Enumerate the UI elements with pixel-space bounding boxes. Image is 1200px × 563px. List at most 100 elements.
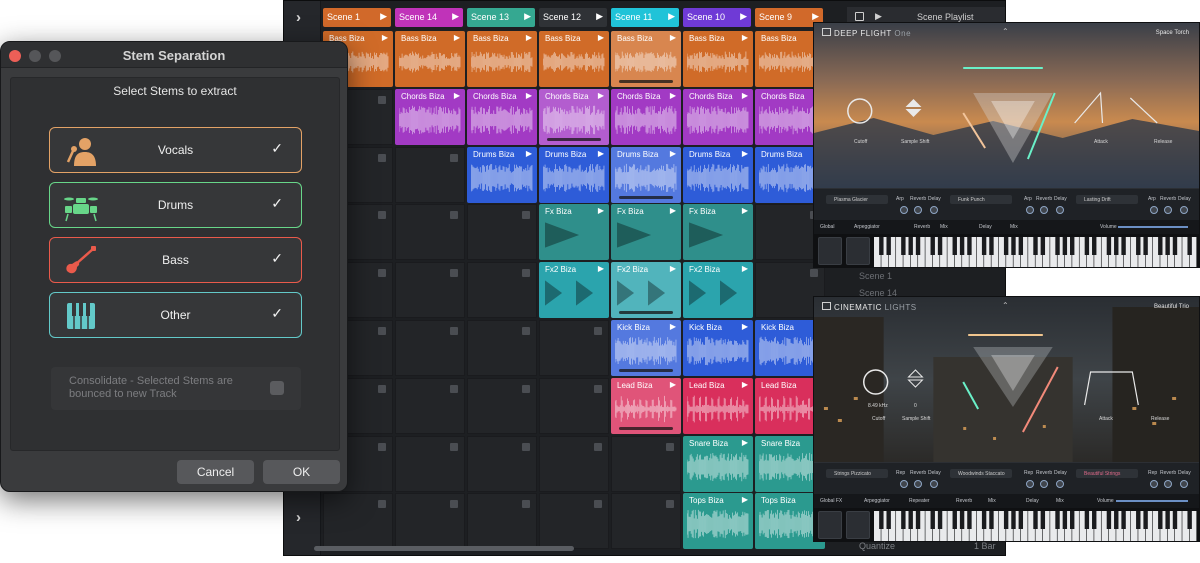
piano-keyboard[interactable]: [874, 511, 1197, 541]
black-key[interactable]: [959, 237, 965, 255]
black-key[interactable]: [901, 511, 906, 529]
slot-stop-icon[interactable]: [450, 442, 458, 451]
black-key[interactable]: [1187, 237, 1192, 255]
black-key[interactable]: [1062, 511, 1068, 529]
clip[interactable]: Chords Biza ▶: [539, 88, 609, 145]
slot-stop-icon[interactable]: [450, 269, 458, 278]
black-key[interactable]: [1084, 511, 1090, 529]
empty-slot[interactable]: [611, 493, 681, 550]
reverb-knob[interactable]: [1040, 206, 1048, 214]
black-key[interactable]: [952, 511, 957, 529]
arp-knob[interactable]: [900, 206, 908, 214]
clip[interactable]: Bass Biza ▶: [683, 31, 753, 87]
clip-play-icon[interactable]: ▶: [670, 264, 676, 273]
clip[interactable]: Chords Biza ▶: [611, 88, 681, 145]
black-key[interactable]: [1172, 511, 1178, 529]
black-key[interactable]: [967, 511, 972, 529]
horizontal-scrollbar[interactable]: [314, 546, 574, 551]
sound-slot-select[interactable]: Plasma Glacier: [826, 195, 888, 204]
clip[interactable]: Bass Biza ▶: [539, 31, 609, 87]
slot-stop-icon[interactable]: [594, 327, 602, 335]
empty-slot[interactable]: [467, 204, 537, 261]
clip-play-icon[interactable]: ▶: [742, 33, 748, 42]
clip[interactable]: Kick Biza ▶: [683, 320, 753, 376]
clip-play-icon[interactable]: ▶: [526, 33, 532, 42]
scene-header[interactable]: Scene 12 ▶: [539, 8, 607, 27]
black-key[interactable]: [908, 511, 913, 529]
black-key[interactable]: [915, 237, 921, 255]
clip[interactable]: Fx2 Biza ▶: [683, 262, 753, 319]
empty-slot[interactable]: [467, 262, 537, 319]
black-key[interactable]: [1121, 237, 1126, 255]
reverb-knob[interactable]: [914, 206, 922, 214]
black-key[interactable]: [1055, 237, 1060, 255]
scene-play-icon[interactable]: ▶: [812, 11, 819, 22]
black-key[interactable]: [1165, 237, 1170, 255]
volume-slider[interactable]: [1118, 226, 1188, 228]
clip-play-icon[interactable]: ▶: [742, 322, 748, 331]
clip[interactable]: Bass Biza ▶: [395, 31, 465, 87]
black-key[interactable]: [1011, 237, 1016, 255]
sound-slot-select[interactable]: Lasting Drift: [1076, 195, 1138, 204]
slot-stop-icon[interactable]: [378, 384, 386, 393]
volume-slider[interactable]: [1116, 500, 1188, 502]
black-key[interactable]: [1158, 511, 1163, 529]
mod-wheel[interactable]: [846, 511, 870, 539]
ok-button[interactable]: OK: [263, 460, 340, 484]
black-key[interactable]: [1033, 237, 1038, 255]
clip-play-icon[interactable]: ▶: [598, 264, 604, 273]
clip[interactable]: Snare Biza ▶: [683, 435, 753, 492]
clip-play-icon[interactable]: ▶: [526, 91, 532, 100]
empty-slot[interactable]: [395, 204, 465, 261]
sound-slot-select[interactable]: Woodwinds Staccato: [950, 469, 1012, 478]
black-key[interactable]: [1003, 511, 1009, 529]
clip[interactable]: Fx2 Biza ▶: [611, 262, 681, 319]
reverb-knob[interactable]: [1164, 480, 1172, 488]
black-key[interactable]: [1136, 511, 1141, 529]
black-key[interactable]: [1143, 511, 1148, 529]
clip[interactable]: Bass Biza ▶: [467, 31, 537, 87]
black-key[interactable]: [1062, 237, 1068, 255]
black-key[interactable]: [886, 237, 891, 255]
scene-header[interactable]: Scene 1 ▶: [323, 8, 391, 27]
scene-header[interactable]: Scene 10 ▶: [683, 8, 751, 27]
expand-arrow-icon[interactable]: ›: [296, 9, 301, 26]
clip[interactable]: Drums Biza ▶: [539, 146, 609, 203]
clip[interactable]: Bass Biza ▶: [611, 31, 681, 87]
consolidate-checkbox[interactable]: [270, 381, 284, 395]
arp-knob[interactable]: [1150, 206, 1158, 214]
slot-stop-icon[interactable]: [522, 442, 530, 451]
black-key[interactable]: [1018, 237, 1024, 255]
empty-slot[interactable]: [395, 320, 465, 376]
black-key[interactable]: [952, 237, 957, 255]
scene-play-icon[interactable]: ▶: [668, 11, 675, 22]
preset-name[interactable]: Space Torch: [1156, 30, 1189, 36]
cancel-button[interactable]: Cancel: [177, 460, 254, 484]
clip[interactable]: Chords Biza ▶: [683, 88, 753, 145]
slot-stop-icon[interactable]: [594, 500, 602, 509]
collapse-arrow-icon[interactable]: ›: [296, 509, 301, 526]
black-key[interactable]: [930, 237, 935, 255]
sound-slot-select[interactable]: Beautiful Strings: [1076, 469, 1138, 478]
clip-play-icon[interactable]: ▶: [742, 438, 748, 447]
clip-play-icon[interactable]: ▶: [742, 495, 748, 504]
repeater-label[interactable]: Repeater: [909, 498, 930, 504]
clip-play-icon[interactable]: ▶: [382, 33, 388, 42]
slot-stop-icon[interactable]: [666, 442, 674, 451]
scene-play-icon[interactable]: ▶: [524, 11, 531, 22]
empty-slot[interactable]: [395, 262, 465, 319]
sound-slot-select[interactable]: Funk Punch: [950, 195, 1012, 204]
clip[interactable]: Tops Biza ▶: [683, 493, 753, 550]
scene-play-icon[interactable]: ▶: [380, 11, 387, 22]
clip[interactable]: Fx Biza ▶: [683, 204, 753, 261]
scene-play-icon[interactable]: ▶: [740, 11, 747, 22]
clip-play-icon[interactable]: ▶: [670, 91, 676, 100]
slot-stop-icon[interactable]: [810, 269, 818, 278]
scene-play-icon[interactable]: ▶: [452, 11, 459, 22]
slot-stop-icon[interactable]: [666, 500, 674, 509]
piano-keyboard[interactable]: [874, 237, 1197, 267]
clip-play-icon[interactable]: ▶: [670, 380, 676, 389]
black-key[interactable]: [1136, 237, 1141, 255]
black-key[interactable]: [989, 237, 994, 255]
reverb-knob[interactable]: [914, 480, 922, 488]
